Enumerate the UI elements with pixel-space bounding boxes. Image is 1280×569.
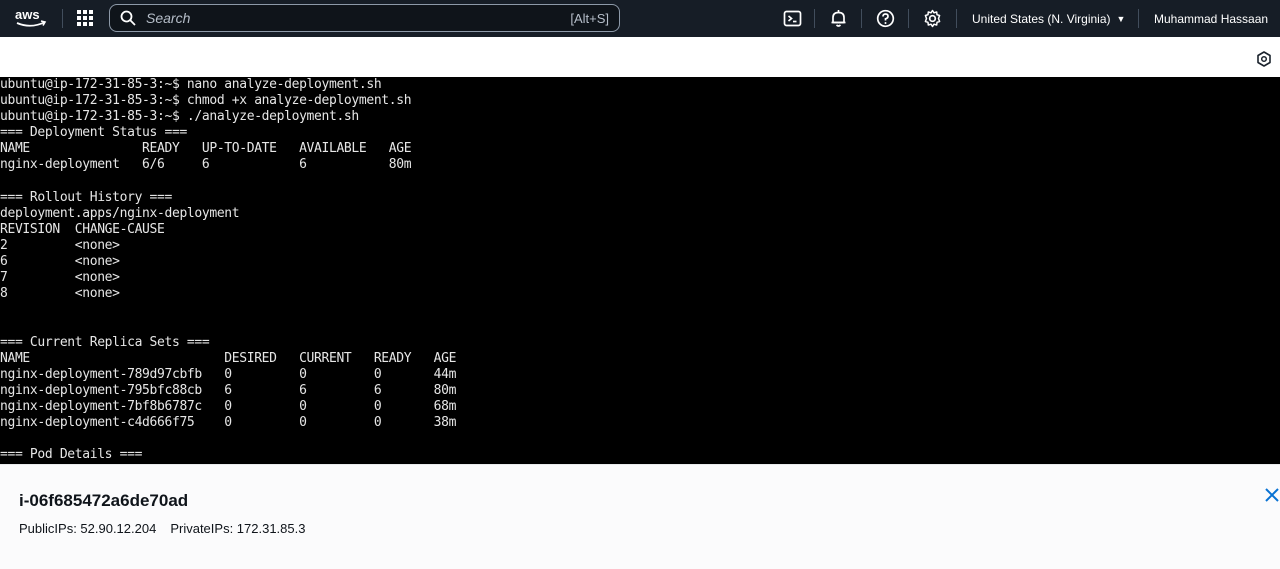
aws-logo-icon[interactable]: aws	[14, 7, 48, 29]
account-menu[interactable]: Muhammad Hassaan	[1154, 0, 1268, 37]
terminal-line: deployment.apps/nginx-deployment	[0, 205, 240, 221]
search-shortcut-hint: [Alt+S]	[570, 10, 609, 26]
instance-info-panel: i-06f685472a6de70ad PublicIPs: 52.90.12.…	[0, 464, 1280, 569]
gear-icon[interactable]	[923, 9, 942, 28]
terminal-line: ubuntu@ip-172-31-85-3:~$ ./analyze-deplo…	[0, 109, 359, 125]
account-name: Muhammad Hassaan	[1154, 11, 1269, 26]
nav-separator	[956, 9, 957, 28]
terminal-line: nginx-deployment-c4d666f75 0 0 0 38m	[0, 414, 457, 430]
terminal-window[interactable]: ubuntu@ip-172-31-85-3:~$ nano analyze-de…	[0, 77, 1280, 464]
connection-toolbar	[0, 37, 1280, 77]
terminal-line: ubuntu@ip-172-31-85-3:~$ nano analyze-de…	[0, 77, 382, 92]
svg-text:aws: aws	[15, 7, 40, 22]
bell-icon[interactable]	[829, 9, 848, 28]
settings-hexagon-icon[interactable]	[1256, 51, 1272, 67]
terminal-line: === Rollout History ===	[0, 189, 172, 205]
terminal-line: 8 <none>	[0, 286, 120, 302]
search-box[interactable]: [Alt+S]	[109, 4, 620, 32]
region-selector[interactable]: United States (N. Virginia) ▼	[972, 0, 1125, 37]
caret-down-icon: ▼	[1116, 13, 1126, 24]
search-input[interactable]	[146, 10, 571, 26]
search-icon	[120, 10, 136, 26]
help-icon[interactable]	[876, 9, 895, 28]
nav-separator	[861, 9, 862, 28]
cloudshell-icon[interactable]	[783, 9, 802, 28]
public-ips: PublicIPs: 52.90.12.204	[19, 521, 157, 536]
nav-separator	[908, 9, 909, 28]
terminal-line: === Pod Details ===	[0, 447, 143, 463]
terminal-line: NAME READY UP-TO-DATE AVAILABLE AGE	[0, 141, 412, 157]
instance-id: i-06f685472a6de70ad	[19, 491, 189, 510]
terminal-line: NAME DESIRED CURRENT READY AGE	[0, 350, 457, 366]
close-icon[interactable]	[1264, 487, 1280, 503]
terminal-line: ubuntu@ip-172-31-85-3:~$ chmod +x analyz…	[0, 93, 412, 109]
instance-ips: PublicIPs: 52.90.12.204 PrivateIPs: 172.…	[19, 521, 305, 536]
terminal-line: 7 <none>	[0, 270, 120, 286]
private-ips: PrivateIPs: 172.31.85.3	[170, 521, 306, 536]
services-grid-icon[interactable]	[76, 9, 94, 27]
nav-separator	[814, 9, 815, 28]
top-navigation: aws [Alt+S]	[0, 0, 1280, 37]
terminal-line: nginx-deployment-7bf8b6787c 0 0 0 68m	[0, 398, 457, 414]
nav-divider	[62, 9, 63, 28]
terminal-line: REVISION CHANGE-CAUSE	[0, 221, 165, 237]
terminal-output: ubuntu@ip-172-31-85-3:~$ nano analyze-de…	[0, 77, 1280, 463]
terminal-line: === Current Replica Sets ===	[0, 334, 210, 350]
terminal-line: nginx-deployment-795bfc88cb 6 6 6 80m	[0, 382, 457, 398]
terminal-line: nginx-deployment-789d97cbfb 0 0 0 44m	[0, 366, 457, 382]
terminal-line: nginx-deployment 6/6 6 6 80m	[0, 157, 412, 173]
nav-separator	[1138, 9, 1139, 28]
region-label: United States (N. Virginia)	[972, 11, 1111, 26]
terminal-line: 2 <none>	[0, 237, 120, 253]
terminal-line: 6 <none>	[0, 254, 120, 270]
terminal-line: === Deployment Status ===	[0, 125, 187, 141]
